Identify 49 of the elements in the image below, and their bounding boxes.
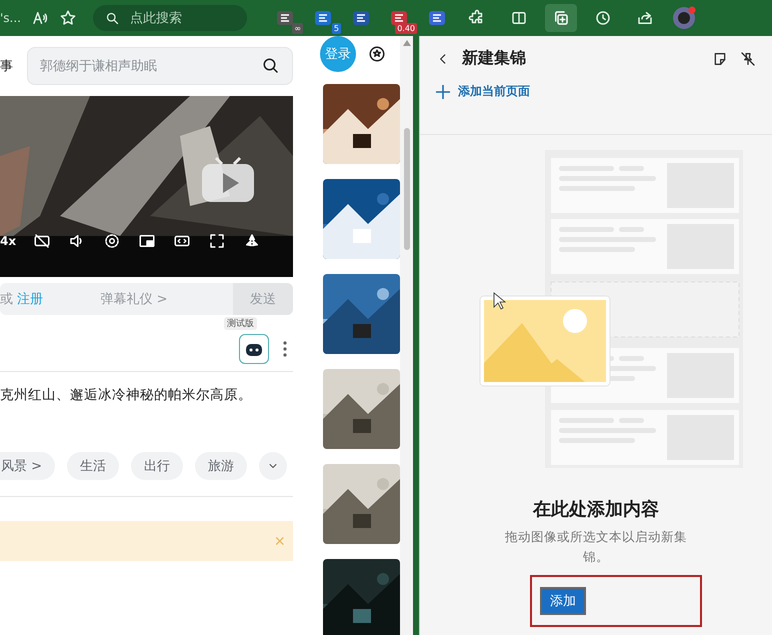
panel-title: 新建集锦 <box>462 48 526 69</box>
assistant-button[interactable] <box>239 334 269 364</box>
search-icon[interactable] <box>105 10 120 26</box>
subtitle-off-icon[interactable] <box>33 232 52 250</box>
share-arrow-icon[interactable] <box>636 9 654 27</box>
profile-avatar[interactable] <box>671 5 697 31</box>
settings-icon[interactable] <box>103 232 122 250</box>
search-field[interactable]: 郭德纲于谦相声助眠 <box>27 47 293 85</box>
collections-plus-icon[interactable] <box>552 9 570 27</box>
video-description: 克州红山、邂逅冰冷神秘的帕米尔高原。 <box>0 386 253 405</box>
add-current-page-link[interactable]: 添加当前页面 <box>436 83 756 100</box>
extension-logo-icon[interactable] <box>351 8 371 28</box>
robot-face-icon <box>245 341 263 357</box>
scrollbar[interactable] <box>400 36 413 635</box>
extension-logo-icon[interactable] <box>427 8 447 28</box>
empty-state-hint: 拖动图像或所选文本以启动新集锦。 <box>504 528 688 566</box>
beta-badge: 测试版 <box>224 317 257 330</box>
speed-button[interactable]: 4x <box>0 234 16 248</box>
split-icon[interactable] <box>510 9 528 27</box>
plus-icon <box>436 84 450 98</box>
star-circle-icon[interactable] <box>368 45 386 63</box>
tag-chip[interactable]: 风景 > <box>0 452 56 480</box>
extension-logo-icon[interactable] <box>275 8 295 28</box>
search-icon[interactable] <box>262 57 280 75</box>
more-icon[interactable] <box>283 341 287 357</box>
login-button[interactable]: 登录 <box>320 36 356 72</box>
nav-text[interactable]: 事 <box>0 57 19 75</box>
tag-chip[interactable]: 生活 <box>67 452 120 480</box>
empty-state-heading: 在此处添加内容 <box>532 498 660 521</box>
tab-title[interactable]: 's... <box>0 11 21 25</box>
extension-badge: 5 <box>332 23 341 34</box>
tag-chip[interactable]: 出行 <box>131 452 184 480</box>
fullscreen-icon[interactable] <box>208 232 226 250</box>
play-button-icon[interactable] <box>200 156 256 204</box>
tag-chip[interactable]: 旅游 <box>195 452 248 480</box>
search-field[interactable]: 点此搜索 <box>93 5 247 31</box>
scroll-up-icon[interactable] <box>402 40 410 46</box>
extension-logo-icon[interactable] <box>313 8 333 28</box>
note-icon[interactable] <box>712 50 728 66</box>
login-hint: 或 注册 <box>0 291 43 308</box>
picture-in-picture-icon[interactable] <box>138 232 156 250</box>
extension-badge: ∞ <box>292 23 303 34</box>
clock-icon[interactable] <box>594 9 612 27</box>
star-icon[interactable] <box>59 9 77 27</box>
add-button[interactable]: 添加 <box>540 587 586 615</box>
collections-icon[interactable] <box>545 4 577 32</box>
unpin-icon[interactable] <box>740 50 756 66</box>
read-aloud-icon[interactable] <box>31 9 49 27</box>
extension-badge: 0.40 <box>395 23 417 34</box>
